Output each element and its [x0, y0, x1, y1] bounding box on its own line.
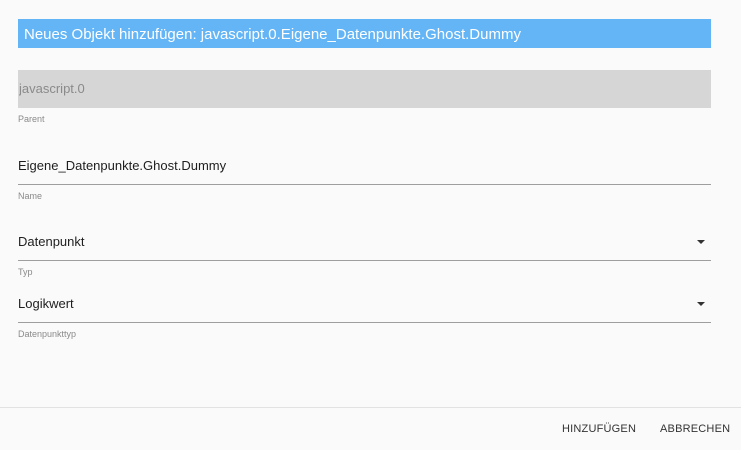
type-select[interactable]: Datenpunkt [18, 223, 711, 261]
parent-label: Parent [18, 114, 45, 124]
datapoint-type-select-value: Logikwert [18, 296, 74, 311]
caret-down-icon[interactable] [697, 240, 705, 244]
type-field: Datenpunkt Typ [18, 223, 711, 278]
name-input[interactable] [18, 147, 711, 185]
type-label: Typ [18, 267, 33, 277]
name-label: Name [18, 191, 43, 201]
type-select-value: Datenpunkt [18, 234, 85, 249]
cancel-button[interactable]: ABBRECHEN [660, 423, 730, 435]
add-object-dialog: Neues Objekt hinzufügen: javascript.0.Ei… [0, 0, 741, 450]
name-field: Name [18, 147, 711, 202]
datapoint-type-field: Logikwert Datenpunkttyp [18, 285, 711, 340]
footer-divider [0, 407, 741, 408]
parent-input-control [19, 70, 711, 107]
datapoint-type-label: Datenpunkttyp [18, 329, 77, 339]
add-button[interactable]: HINZUFÜGEN [562, 423, 636, 435]
parent-field: Parent [18, 70, 711, 125]
datapoint-type-select[interactable]: Logikwert [18, 285, 711, 323]
caret-down-icon[interactable] [697, 302, 705, 306]
dialog-title: Neues Objekt hinzufügen: javascript.0.Ei… [18, 19, 711, 48]
parent-input [18, 70, 711, 108]
name-input-control[interactable] [18, 147, 711, 184]
